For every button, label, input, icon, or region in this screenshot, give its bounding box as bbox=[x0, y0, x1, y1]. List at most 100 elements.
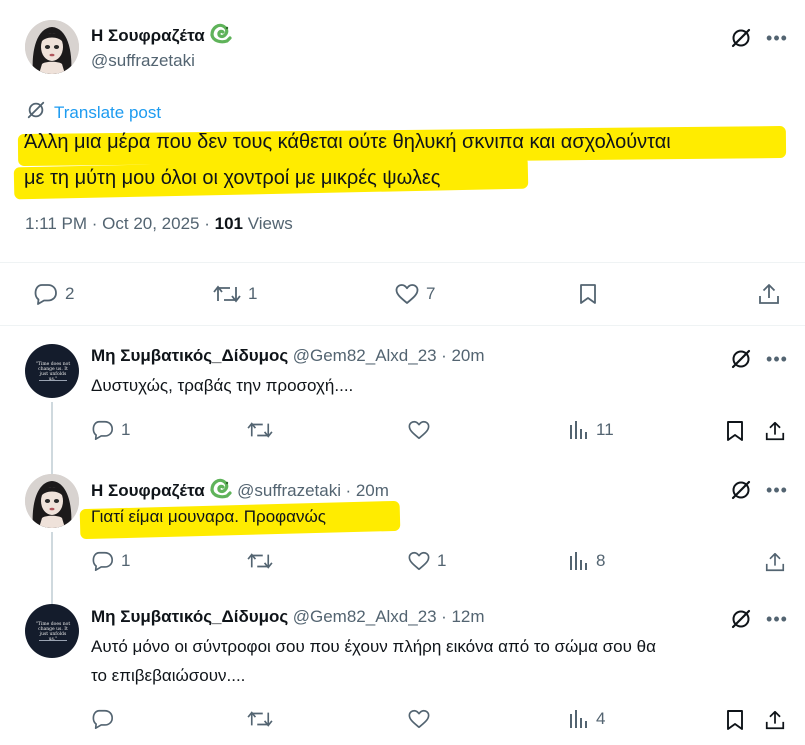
post-time[interactable]: 1:11 PM · Oct 20, 2025 · bbox=[25, 214, 215, 233]
like-button[interactable]: 7 bbox=[394, 282, 435, 306]
like-button[interactable] bbox=[407, 419, 431, 441]
avatar-quote: "Time does not change us. It just unfold… bbox=[35, 622, 71, 642]
reply-header: Μη Συμβατικός_Δίδυμος @Gem82_Alxd_23 · 2… bbox=[91, 346, 485, 366]
bookmark-icon bbox=[727, 710, 743, 730]
views-button[interactable]: 11 bbox=[568, 419, 614, 441]
views-button[interactable]: 4 bbox=[568, 708, 605, 730]
reply-author-avatar[interactable] bbox=[25, 474, 79, 528]
repost-icon bbox=[247, 553, 273, 569]
repost-button[interactable] bbox=[246, 550, 274, 572]
reply-icon bbox=[92, 709, 113, 729]
reply-button[interactable] bbox=[91, 708, 115, 730]
reply-text-line: το επιβεβαιώσουν.... bbox=[91, 666, 246, 685]
bookmark-button[interactable] bbox=[577, 282, 599, 306]
reply-author-name[interactable]: Μη Συμβατικός_Δίδυμος bbox=[91, 346, 288, 365]
reply-author-handle[interactable]: @suffrazetaki bbox=[237, 481, 341, 500]
translate-icon bbox=[26, 100, 46, 125]
bookmark-button[interactable] bbox=[724, 419, 746, 443]
views-count: 8 bbox=[596, 551, 606, 570]
repost-button[interactable] bbox=[246, 708, 274, 730]
share-icon bbox=[759, 284, 779, 304]
reply-time[interactable]: · 12m bbox=[441, 607, 484, 626]
reply-text-line: Αυτό μόνο οι σύντροφοι σου που έχουν πλή… bbox=[91, 637, 656, 656]
like-icon bbox=[408, 551, 430, 571]
share-button[interactable] bbox=[764, 708, 786, 732]
share-button[interactable] bbox=[757, 282, 781, 306]
grok-icon[interactable] bbox=[727, 345, 755, 373]
grok-icon[interactable] bbox=[727, 24, 755, 52]
reply-button[interactable]: 2 bbox=[33, 282, 74, 306]
reply-author-avatar[interactable]: "Time does not change us. It just unfold… bbox=[25, 604, 79, 658]
author-name-row: Η Σουφραζέτα bbox=[91, 22, 233, 49]
like-count: 7 bbox=[426, 284, 436, 303]
reply-header: Μη Συμβατικός_Δίδυμος @Gem82_Alxd_23 · 1… bbox=[91, 607, 485, 627]
repost-icon bbox=[213, 285, 241, 303]
translate-label: Translate post bbox=[54, 102, 162, 122]
bookmark-icon bbox=[580, 284, 596, 304]
reply-author-name[interactable]: Μη Συμβατικός_Δίδυμος bbox=[91, 607, 288, 626]
views-count: 11 bbox=[596, 420, 614, 439]
reply-author-avatar[interactable]: "Time does not change us. It just unfold… bbox=[25, 344, 79, 398]
grok-icon[interactable] bbox=[727, 605, 755, 633]
share-icon bbox=[765, 710, 785, 730]
green-snake-badge-icon bbox=[209, 477, 233, 504]
reply-count: 1 bbox=[121, 551, 131, 570]
views-icon bbox=[570, 710, 587, 728]
share-button[interactable] bbox=[764, 419, 786, 443]
like-count: 1 bbox=[437, 551, 447, 570]
avatar-rule bbox=[39, 640, 67, 641]
reply-button[interactable]: 1 bbox=[91, 419, 130, 441]
reply-time[interactable]: · 20m bbox=[345, 481, 388, 500]
post-meta: 1:11 PM · Oct 20, 2025 · 101 Views bbox=[25, 214, 293, 234]
more-icon[interactable]: ••• bbox=[762, 24, 792, 52]
share-icon bbox=[765, 421, 785, 441]
reply-count: 1 bbox=[121, 420, 131, 439]
reply-icon bbox=[92, 551, 113, 571]
avatar-quote: "Time does not change us. It just unfold… bbox=[35, 362, 71, 382]
author-name[interactable]: Η Σουφραζέτα bbox=[91, 26, 205, 45]
like-button[interactable]: 1 bbox=[407, 550, 446, 572]
author-avatar[interactable] bbox=[25, 20, 79, 74]
reply-icon bbox=[92, 420, 113, 440]
reply-author-name[interactable]: Η Σουφραζέτα bbox=[91, 481, 205, 500]
grok-icon[interactable] bbox=[727, 476, 755, 504]
post-text-line: με τη μύτη μου όλοι οι χοντροί με μικρές… bbox=[24, 167, 441, 189]
like-icon bbox=[395, 284, 419, 304]
main-post: Η Σουφραζέτα @suffrazetaki ••• Translate… bbox=[0, 0, 805, 326]
views-icon bbox=[570, 552, 587, 570]
bookmark-button[interactable] bbox=[724, 708, 746, 732]
views-count: 101 bbox=[214, 214, 243, 233]
reply-time[interactable]: · 20m bbox=[441, 346, 484, 365]
post-text-line: Άλλη μια μέρα που δεν τους κάθεται ούτε … bbox=[24, 131, 671, 153]
avatar-rule bbox=[39, 380, 67, 381]
reply-author-handle[interactable]: @Gem82_Alxd_23 bbox=[293, 607, 437, 626]
repost-button[interactable]: 1 bbox=[212, 282, 257, 306]
green-snake-badge-icon bbox=[209, 22, 233, 49]
views-label: Views bbox=[242, 214, 293, 233]
divider bbox=[0, 262, 805, 263]
reply-button[interactable]: 1 bbox=[91, 550, 130, 572]
translate-post-link[interactable]: Translate post bbox=[26, 100, 161, 125]
repost-icon bbox=[247, 711, 273, 727]
thread-line bbox=[51, 402, 53, 474]
reply-text: Δυστυχώς, τραβάς την προσοχή.... bbox=[91, 376, 354, 395]
views-button[interactable]: 8 bbox=[568, 550, 605, 572]
repost-icon bbox=[247, 422, 273, 438]
reply-count: 2 bbox=[65, 284, 75, 303]
reply-author-handle[interactable]: @Gem82_Alxd_23 bbox=[293, 346, 437, 365]
repost-button[interactable] bbox=[246, 419, 274, 441]
author-handle[interactable]: @suffrazetaki bbox=[91, 51, 195, 71]
divider bbox=[0, 325, 805, 326]
like-icon bbox=[408, 709, 430, 729]
views-count: 4 bbox=[596, 709, 606, 728]
more-icon[interactable]: ••• bbox=[762, 476, 792, 504]
reply-text: Γιατί είμαι μουναρα. Προφανώς bbox=[91, 507, 326, 526]
more-icon[interactable]: ••• bbox=[762, 345, 792, 373]
repost-count: 1 bbox=[248, 284, 258, 303]
share-icon bbox=[765, 552, 785, 572]
more-icon[interactable]: ••• bbox=[762, 605, 792, 633]
reply-icon bbox=[34, 284, 57, 305]
like-icon bbox=[408, 420, 430, 440]
share-button[interactable] bbox=[764, 550, 786, 574]
like-button[interactable] bbox=[407, 708, 431, 730]
